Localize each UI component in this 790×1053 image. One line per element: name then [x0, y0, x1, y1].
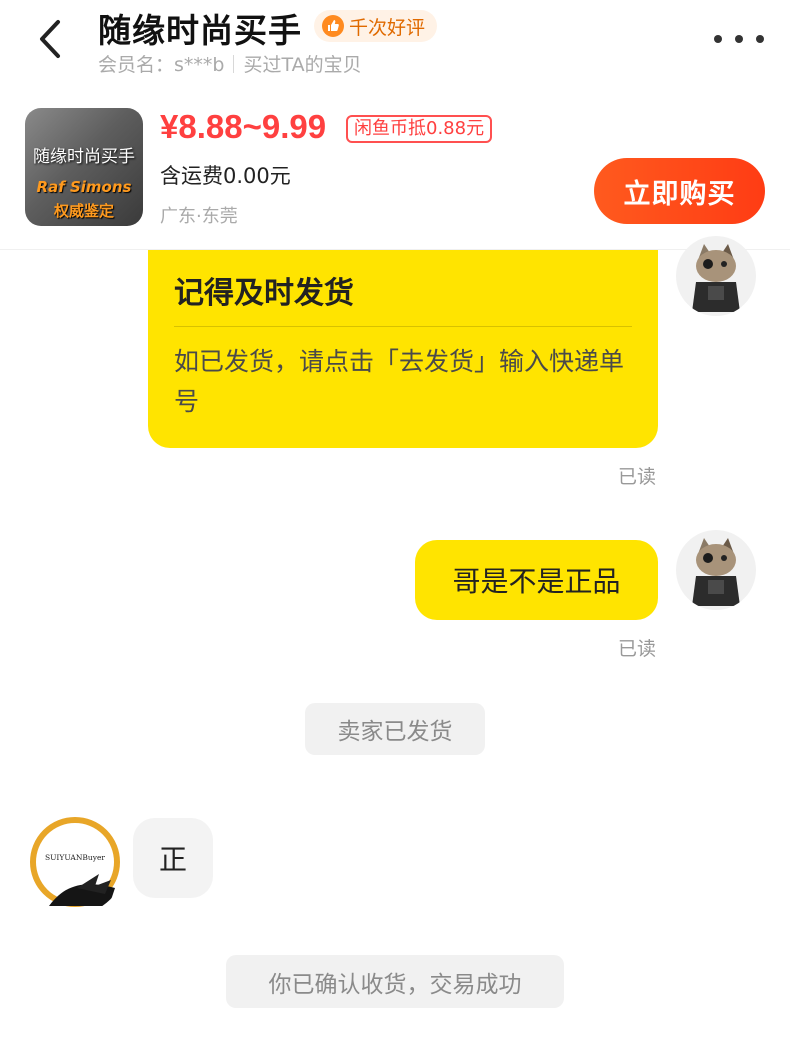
- my-message-bubble[interactable]: 哥是不是正品: [415, 540, 658, 620]
- thumbnail-brand-text: Raf Simons: [36, 178, 132, 196]
- buy-now-button[interactable]: 立即购买: [594, 158, 765, 224]
- my-avatar[interactable]: [676, 236, 756, 316]
- seller-message-bubble[interactable]: 正: [133, 818, 213, 898]
- read-status: 已读: [618, 638, 657, 660]
- system-notice-confirmed: 你已确认收货，交易成功: [226, 955, 564, 1008]
- member-name: 会员名：s***b: [98, 54, 225, 76]
- chat-header: 随缘时尚买手 千次好评 会员名：s***b 买过TA的宝贝 随缘时尚买手 Raf…: [0, 0, 790, 250]
- rating-badge: 千次好评: [314, 10, 438, 42]
- my-avatar[interactable]: [676, 530, 756, 610]
- shop-name: 随缘时尚买手: [98, 11, 302, 50]
- bought-items-link[interactable]: 买过TA的宝贝: [243, 50, 361, 77]
- shipping-fee: 含运费0.00元: [160, 164, 291, 188]
- divider: [233, 54, 235, 73]
- seller-logo-text: SUIYUANBuyer: [45, 853, 105, 862]
- product-location: 广东·东莞: [160, 206, 238, 227]
- divider: [174, 326, 632, 327]
- reminder-title: 记得及时发货: [174, 276, 354, 311]
- seller-avatar[interactable]: SUIYUANBuyer: [25, 814, 125, 914]
- product-thumbnail[interactable]: 随缘时尚买手 Raf Simons 权威鉴定: [25, 108, 143, 226]
- seller-logo-icon: SUIYUANBuyer: [30, 817, 120, 907]
- thumbnail-auth-text: 权威鉴定: [53, 202, 114, 220]
- back-arrow-icon[interactable]: [30, 14, 74, 64]
- system-notice-shipped: 卖家已发货: [305, 703, 485, 755]
- thumbs-up-icon: [322, 15, 344, 37]
- product-price: ¥8.88~9.99: [160, 108, 327, 145]
- cat-avatar-icon: [692, 538, 740, 606]
- reminder-body: 如已发货，请点击「去发货」输入快递单号: [174, 347, 625, 416]
- more-options-icon[interactable]: [714, 24, 764, 54]
- thumbnail-shop-text: 随缘时尚买手: [33, 147, 135, 167]
- coin-discount-tag: 闲鱼币抵0.88元: [346, 115, 493, 143]
- read-status: 已读: [618, 466, 657, 488]
- badge-label: 千次好评: [349, 16, 426, 39]
- cat-avatar-icon: [692, 244, 740, 312]
- reminder-card[interactable]: 记得及时发货 如已发货，请点击「去发货」输入快递单号: [148, 250, 658, 448]
- member-info: 会员名：s***b 买过TA的宝贝: [98, 50, 362, 77]
